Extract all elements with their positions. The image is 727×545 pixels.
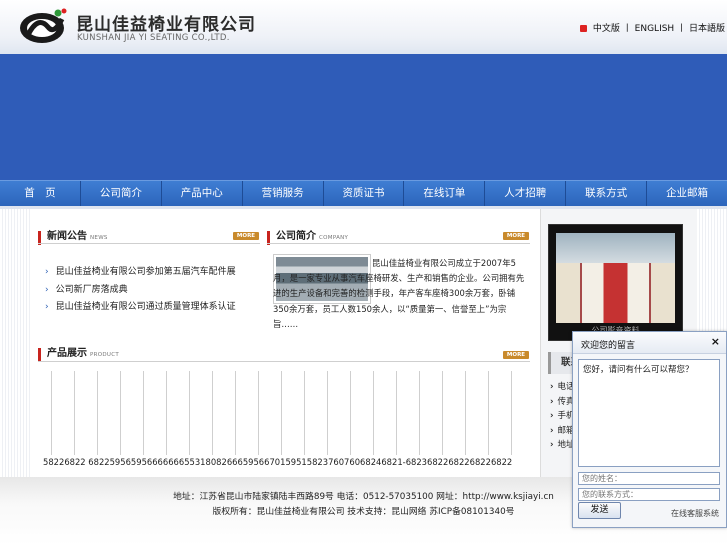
products-more-button[interactable]: MORE — [503, 351, 529, 359]
about-title-text: 公司简介 — [276, 231, 316, 242]
nav-contact[interactable]: 联系方式 — [566, 181, 648, 206]
site-header: 昆山佳益椅业有限公司 KUNSHAN JIA YI SEATING CO.,LT… — [0, 0, 727, 54]
chat-title: 欢迎您的留言 — [581, 341, 636, 351]
products-section-title: 产品展示 PRODUCT — [38, 348, 119, 362]
chat-name-input[interactable] — [578, 472, 720, 485]
news-title-en: NEWS — [90, 235, 108, 241]
lang-separator: 丨 — [677, 24, 687, 34]
nav-home[interactable]: 首 页 — [0, 181, 81, 206]
video-frame — [556, 233, 675, 323]
news-more-button[interactable]: MORE — [233, 232, 259, 240]
news-list: 昆山佳益椅业有限公司参加第五届汽车配件展 公司新厂房落成典 昆山佳益椅业有限公司… — [45, 266, 236, 319]
news-item[interactable]: 公司新厂房落成典 — [45, 284, 236, 302]
divider — [38, 243, 260, 244]
news-item[interactable]: 昆山佳益椅业有限公司参加第五届汽车配件展 — [45, 266, 236, 284]
product-scroller[interactable] — [42, 371, 527, 455]
main-nav: 首 页 公司简介 产品中心 营销服务 资质证书 在线订单 人才招聘 联系方式 企… — [0, 180, 727, 206]
news-title-text: 新闻公告 — [47, 231, 87, 242]
company-logo-icon[interactable] — [18, 5, 70, 45]
chat-header[interactable]: 欢迎您的留言 × — [573, 332, 726, 354]
language-switcher: 中文版 丨 ENGLISH 丨 日本語版 — [580, 21, 725, 34]
nav-online-order[interactable]: 在线订单 — [404, 181, 486, 206]
nav-jobs[interactable]: 人才招聘 — [485, 181, 567, 206]
products-title-text: 产品展示 — [47, 348, 87, 359]
product-serials: 58226822 6822595659566666665531808266659… — [43, 457, 513, 467]
lang-separator: 丨 — [622, 24, 632, 34]
close-icon[interactable]: × — [711, 335, 720, 348]
about-more-button[interactable]: MORE — [503, 232, 529, 240]
chat-contact-input[interactable] — [578, 488, 720, 501]
bullet-icon — [580, 25, 587, 32]
lang-link-chinese[interactable]: 中文版 — [593, 24, 620, 34]
about-title-en: COMPANY — [319, 235, 349, 241]
company-name-en: KUNSHAN JIA YI SEATING CO.,LTD. — [77, 33, 230, 43]
chat-send-button[interactable]: 发送 — [578, 502, 621, 519]
about-text: 昆山佳益椅业有限公司成立于2007年5月，是一家专业从事汽车座椅研发、生产和销售… — [273, 258, 525, 329]
chat-powered-by[interactable]: 在线客服系统 — [671, 508, 719, 519]
hero-banner — [0, 54, 727, 180]
company-name-cn: 昆山佳益椅业有限公司 — [76, 15, 256, 35]
products-title-en: PRODUCT — [90, 352, 120, 358]
news-item[interactable]: 昆山佳益椅业有限公司通过质量管理体系认证 — [45, 301, 236, 319]
lang-link-japanese[interactable]: 日本語版 — [689, 24, 725, 34]
divider — [38, 361, 530, 362]
divider — [267, 243, 530, 244]
nav-products[interactable]: 产品中心 — [162, 181, 243, 206]
nav-marketing[interactable]: 营销服务 — [243, 181, 324, 206]
lang-link-english[interactable]: ENGLISH — [635, 24, 675, 34]
nav-certificates[interactable]: 资质证书 — [324, 181, 405, 206]
company-video[interactable]: 公司影音资料 — [548, 224, 683, 341]
chat-message-input[interactable]: 您好，请问有什么可以帮您？ — [578, 359, 720, 467]
nav-about[interactable]: 公司简介 — [81, 181, 162, 206]
side-pattern-left — [0, 209, 30, 477]
nav-email[interactable]: 企业邮箱 — [647, 181, 727, 206]
chat-widget: 欢迎您的留言 × 您好，请问有什么可以帮您？ 发送 在线客服系统 — [572, 331, 727, 528]
